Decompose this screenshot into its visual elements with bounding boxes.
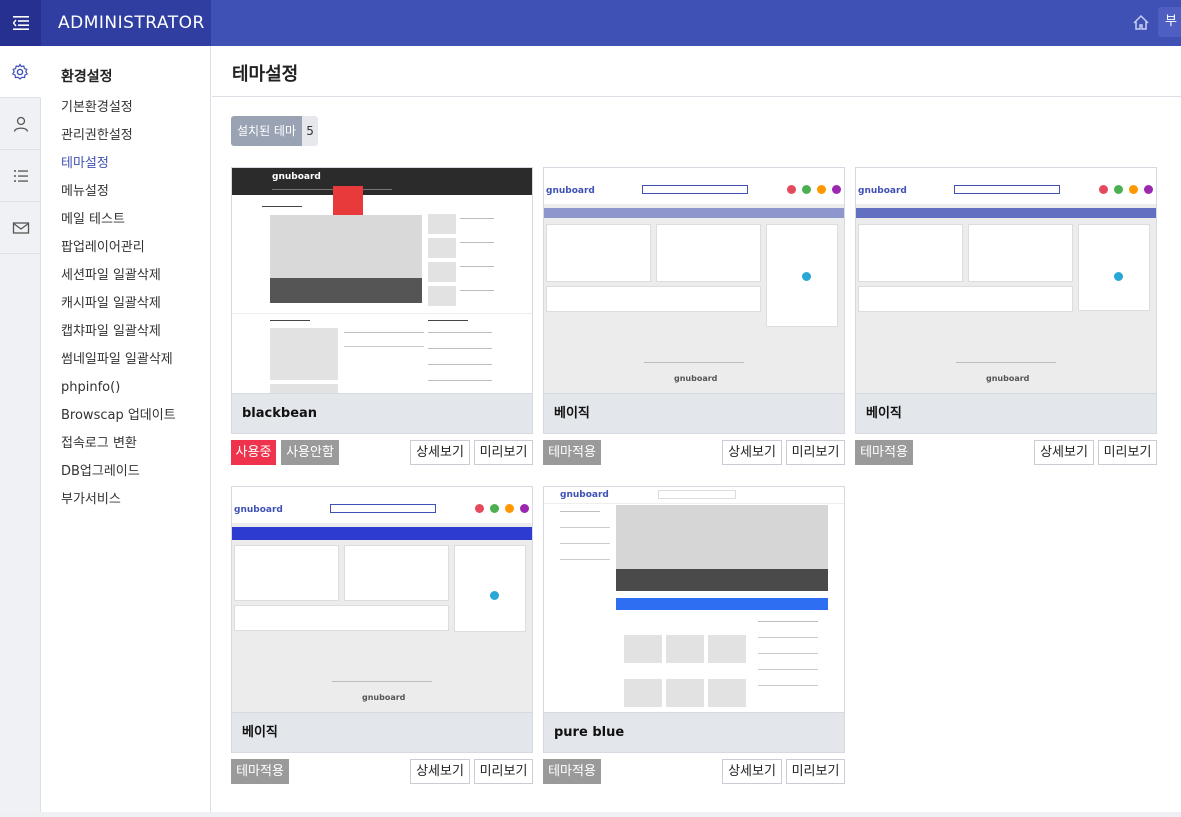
theme-actions: 사용중 사용안함 상세보기 미리보기 [231,440,533,465]
unuse-button[interactable]: 사용안함 [281,440,339,465]
detail-button[interactable]: 상세보기 [410,759,470,784]
submenu-item[interactable]: 접속로그 변환 [41,430,210,458]
installed-theme-counter: 설치된 테마 5 [231,116,319,146]
mail-icon [12,221,29,234]
icon-rail [0,46,41,817]
theme-screenshot[interactable]: gnuboard gnuboard [231,486,533,712]
theme-actions: 테마적용 상세보기 미리보기 [855,440,1157,465]
submenu-item[interactable]: 메뉴설정 [41,178,210,206]
theme-name: pure blue [543,712,845,753]
apply-theme-button[interactable]: 테마적용 [855,440,913,465]
rail-members[interactable] [0,98,41,150]
theme-name: 베이직 [855,393,1157,434]
main-content: 테마설정 설치된 테마 5 gnuboard blackbean 사용중 사용안… [212,46,1181,817]
submenu-heading: 환경설정 [61,69,113,85]
theme-logo: gnuboard [546,186,595,196]
installed-label: 설치된 테마 [231,116,303,146]
submenu-panel: 환경설정 기본환경설정 관리권한설정 테마설정 메뉴설정 메일 테스트 팝업레이… [41,46,211,817]
preview-button[interactable]: 미리보기 [1098,440,1157,465]
submenu-item[interactable]: 팝업레이어관리 [41,234,210,262]
preview-button[interactable]: 미리보기 [474,759,533,784]
submenu-item[interactable]: Browscap 업데이트 [41,402,210,430]
theme-card: gnuboard gnuboard 베이직 테마적용 상세보기 미리보기 [231,486,533,784]
preview-button[interactable]: 미리보기 [474,440,533,465]
theme-logo: gnuboard [858,186,907,196]
apply-theme-button[interactable]: 테마적용 [543,759,601,784]
menu-toggle-button[interactable] [0,0,41,46]
rail-settings[interactable] [0,46,41,98]
menu-collapse-icon [12,16,29,30]
theme-actions: 테마적용 상세보기 미리보기 [543,759,845,784]
detail-button[interactable]: 상세보기 [722,440,782,465]
submenu-item[interactable]: 캡챠파일 일괄삭제 [41,318,210,346]
theme-actions: 테마적용 상세보기 미리보기 [543,440,845,465]
theme-screenshot[interactable]: gnuboard gnuboard [855,167,1157,393]
submenu-item[interactable]: 썸네일파일 일괄삭제 [41,346,210,374]
detail-button[interactable]: 상세보기 [1034,440,1094,465]
theme-card: gnuboard gnuboard 베이직 테마적용 상세보기 미리보기 [543,167,845,465]
theme-card: gnuboard blackbean 사용중 사용안함 상세보기 미리보기 [231,167,533,465]
theme-actions: 테마적용 상세보기 미리보기 [231,759,533,784]
detail-button[interactable]: 상세보기 [410,440,470,465]
top-header: ADMINISTRATOR 부 [0,0,1181,46]
submenu-item[interactable]: 세션파일 일괄삭제 [41,262,210,290]
theme-screenshot[interactable]: gnuboard [231,167,533,393]
theme-card: gnuboard gnuboard 베이직 테마적용 상세보기 미리보기 [855,167,1157,465]
theme-logo: gnuboard [234,505,283,515]
submenu-item-active[interactable]: 테마설정 [41,150,210,178]
theme-screenshot[interactable]: gnuboard gnuboard [543,167,845,393]
admin-title-area: ADMINISTRATOR [41,0,211,46]
submenu-item[interactable]: 캐시파일 일괄삭제 [41,290,210,318]
submenu-item[interactable]: 기본환경설정 [41,94,210,122]
page-title: 테마설정 [212,46,1181,97]
in-use-button[interactable]: 사용중 [231,440,276,465]
theme-screenshot[interactable]: gnuboard [543,486,845,712]
theme-logo: gnuboard [272,172,321,182]
apply-theme-button[interactable]: 테마적용 [231,759,289,784]
submenu-item[interactable]: 메일 테스트 [41,206,210,234]
gear-icon [11,62,29,80]
theme-name: blackbean [231,393,533,434]
rail-boards[interactable] [0,150,41,202]
submenu-item[interactable]: DB업그레이드 [41,458,210,486]
theme-card: gnuboard pure blue 테마적용 상세보기 미리보기 [543,486,845,784]
header-extra-button[interactable]: 부 [1158,7,1181,37]
submenu-item[interactable]: phpinfo() [41,374,210,402]
submenu-list: 기본환경설정 관리권한설정 테마설정 메뉴설정 메일 테스트 팝업레이어관리 세… [41,94,210,514]
submenu-item[interactable]: 관리권한설정 [41,122,210,150]
preview-button[interactable]: 미리보기 [786,759,845,784]
list-icon [13,169,28,182]
preview-button[interactable]: 미리보기 [786,440,845,465]
theme-name: 베이직 [231,712,533,753]
submenu-item[interactable]: 부가서비스 [41,486,210,514]
bottom-border [0,812,1181,817]
home-icon[interactable] [1130,12,1152,34]
admin-title[interactable]: ADMINISTRATOR [41,13,205,33]
apply-theme-button[interactable]: 테마적용 [543,440,601,465]
user-icon [13,116,28,132]
installed-count: 5 [302,116,319,146]
theme-name: 베이직 [543,393,845,434]
theme-logo: gnuboard [560,490,609,500]
rail-mail[interactable] [0,202,41,254]
detail-button[interactable]: 상세보기 [722,759,782,784]
